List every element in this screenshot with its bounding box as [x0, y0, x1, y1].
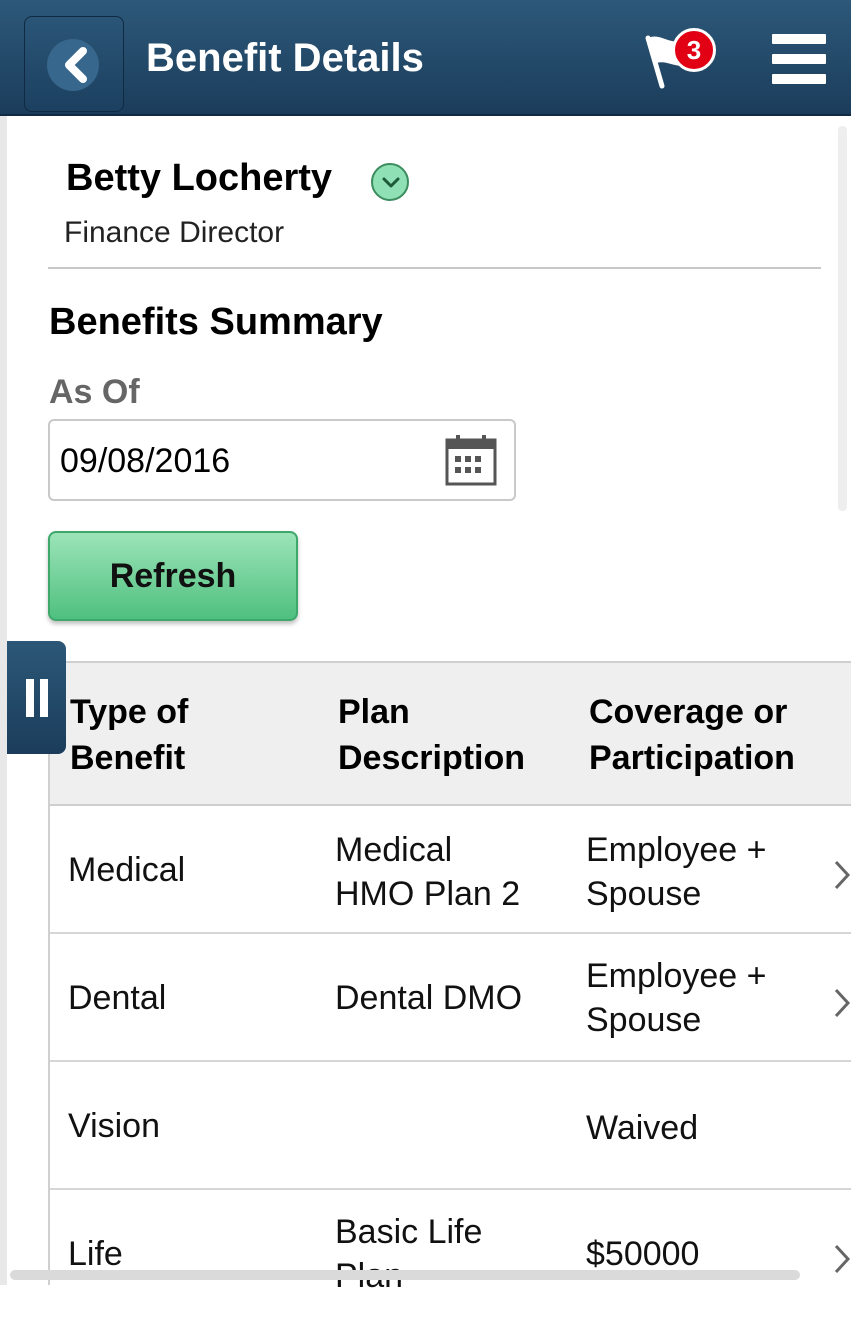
- chevron-right-icon[interactable]: [832, 858, 851, 892]
- chevron-right-icon[interactable]: [832, 986, 851, 1020]
- cell-coverage: Employee + Spouse: [586, 957, 767, 1039]
- refresh-button[interactable]: Refresh: [48, 531, 298, 621]
- notification-badge[interactable]: 3: [672, 28, 716, 72]
- cell-plan: Dental DMO: [335, 979, 523, 1017]
- page-left-edge: [0, 116, 7, 1285]
- table-row[interactable]: Vision Waived: [50, 1062, 851, 1190]
- table-row[interactable]: Medical Medical HMO Plan 2 Employee + Sp…: [50, 806, 851, 934]
- employee-name: Betty Locherty: [66, 157, 333, 199]
- column-header-coverage: Coverage or Participation: [589, 693, 795, 777]
- cell-coverage: Waived: [586, 1109, 699, 1147]
- table-row[interactable]: Dental Dental DMO Employee + Spouse: [50, 934, 851, 1062]
- cell-plan: Medical HMO Plan 2: [335, 831, 521, 913]
- column-header-type: Type of Benefit: [70, 693, 189, 777]
- pause-bars-icon: [26, 679, 34, 717]
- side-panel-toggle[interactable]: [7, 641, 66, 754]
- vertical-scrollbar[interactable]: [838, 126, 847, 511]
- cell-type: Vision: [68, 1107, 160, 1145]
- benefits-table: Type of Benefit Plan Description Coverag…: [48, 661, 851, 1295]
- section-title: Benefits Summary: [49, 301, 383, 343]
- employee-job-title: Finance Director: [64, 216, 285, 249]
- column-header-plan: Plan Description: [338, 693, 526, 777]
- page-title: Benefit Details: [146, 36, 424, 80]
- divider: [48, 267, 821, 269]
- as-of-date-value[interactable]: 09/08/2016: [60, 442, 230, 481]
- table-row[interactable]: Life Basic Life Plan $50000: [50, 1190, 851, 1318]
- as-of-label: As Of: [49, 373, 140, 411]
- back-arrow-icon: [65, 47, 87, 83]
- back-button[interactable]: [24, 16, 124, 112]
- calendar-icon[interactable]: [443, 432, 499, 488]
- table-header: Type of Benefit Plan Description Coverag…: [50, 661, 851, 806]
- cell-type: Dental: [68, 979, 167, 1017]
- hamburger-menu-icon[interactable]: [772, 34, 826, 86]
- header-bar: Benefit Details 3: [0, 0, 851, 116]
- horizontal-scrollbar[interactable]: [10, 1270, 800, 1280]
- cell-type: Medical: [68, 851, 186, 889]
- chevron-right-icon[interactable]: [832, 1242, 851, 1276]
- as-of-date-input[interactable]: 09/08/2016: [48, 419, 516, 501]
- chevron-down-icon[interactable]: [371, 163, 409, 201]
- cell-coverage: Employee + Spouse: [586, 831, 767, 913]
